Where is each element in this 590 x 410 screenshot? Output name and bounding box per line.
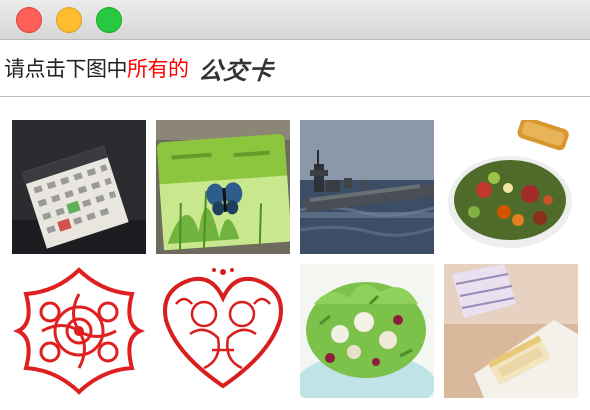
warship-photo <box>300 120 434 254</box>
salad-photo <box>444 120 578 254</box>
prompt-highlight: 所有的 <box>127 57 189 81</box>
divider <box>0 96 590 97</box>
image-tile-salad-bowl[interactable] <box>300 264 434 398</box>
close-button[interactable] <box>16 7 42 33</box>
image-tile-transit-card[interactable] <box>156 120 290 254</box>
cake-photo <box>444 264 578 398</box>
prompt-text: 请点击下图中 <box>4 57 128 81</box>
window-titlebar <box>0 0 590 40</box>
target-word-image: 公交卡 <box>196 55 275 85</box>
image-tile-paper-cut[interactable] <box>12 264 146 398</box>
paper-cut-photo <box>12 264 146 398</box>
calendar-photo <box>12 120 146 254</box>
maximize-button[interactable] <box>96 7 122 33</box>
transit-card-photo <box>156 120 290 254</box>
paper-cut-heart-photo <box>156 264 290 398</box>
image-tile-calendar[interactable] <box>12 120 146 254</box>
image-tile-paper-cut-heart[interactable] <box>156 264 290 398</box>
image-tile-cake[interactable] <box>444 264 578 398</box>
image-tile-warship[interactable] <box>300 120 434 254</box>
captcha-prompt: 请点击下图中 所有的 公交卡 <box>4 48 275 88</box>
minimize-button[interactable] <box>56 7 82 33</box>
image-tile-salad[interactable] <box>444 120 578 254</box>
salad-bowl-photo <box>300 264 434 398</box>
captcha-image-grid <box>12 120 590 410</box>
